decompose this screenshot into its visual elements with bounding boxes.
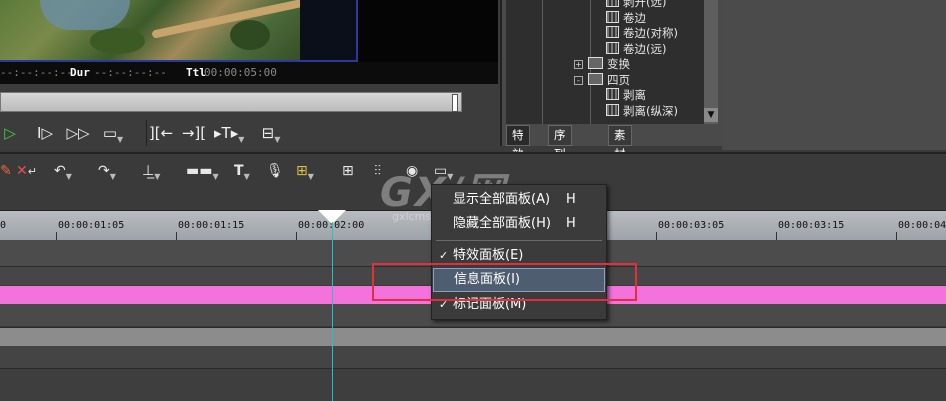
playhead-line <box>332 222 333 401</box>
multicam-icon[interactable]: ⊞ <box>342 160 354 182</box>
ruler-tick-label: 0 <box>0 220 7 231</box>
menu-item-shortcut: H <box>566 192 576 207</box>
render-icon[interactable]: ⊞▼ <box>296 160 314 182</box>
timecode-in: --:--:--:-- <box>0 66 73 79</box>
timeline-track[interactable] <box>0 369 946 401</box>
ruler-tick-label: 00:00:01:15 <box>178 220 245 231</box>
voiceover-icon[interactable]: 🎙 <box>266 160 284 182</box>
preview-lake <box>40 0 130 30</box>
menu-item-label: 显示全部面板(A) <box>453 192 551 207</box>
tree-item[interactable]: 剥离(纵深) <box>606 103 678 119</box>
scroll-down-icon[interactable]: ▼ <box>704 108 718 122</box>
effect-icon <box>606 103 619 116</box>
ttl-label: Ttl <box>186 66 206 79</box>
tree-item[interactable]: 卷边(远) <box>606 41 666 57</box>
title-icon[interactable]: T▼ <box>234 160 250 182</box>
preview-letterbox <box>358 0 498 62</box>
menu-item-shortcut: H <box>566 216 576 231</box>
snapshot-icon[interactable]: ⊟▼ <box>256 120 286 146</box>
ruler-tick <box>656 232 657 240</box>
menu-item-hide-all-panels[interactable]: 隐藏全部面板(H) H <box>432 213 606 235</box>
tree-item-label: 卷边(对称) <box>623 26 678 40</box>
ruler-tick-label: 00:00:03:05 <box>658 220 725 231</box>
scrub-handle[interactable] <box>452 94 458 112</box>
transition-icon[interactable]: ▬▬▼ <box>186 160 219 182</box>
ttl-value: 00:00:05:00 <box>204 66 277 79</box>
loop-icon[interactable]: ▭▼ <box>100 120 126 146</box>
mark-in-icon[interactable]: ][← <box>146 120 175 146</box>
play-icon[interactable]: ▷ <box>0 120 20 146</box>
dur-label: Dur <box>70 66 90 79</box>
step-forward-icon[interactable]: I▷ <box>34 120 56 146</box>
split-icon[interactable]: ▸T▸▼ <box>214 120 244 146</box>
fast-forward-icon[interactable]: ▷▷ <box>64 120 92 146</box>
preview-shadow <box>300 0 356 60</box>
tab-sequence-markers[interactable]: 序列标记 <box>548 125 572 199</box>
ruler-tick <box>776 232 777 240</box>
tab-effects[interactable]: 特效 <box>506 125 530 161</box>
delete-ripple-icon[interactable]: ✕↵ <box>16 160 37 182</box>
tree-item[interactable]: 卷边(对称) <box>606 25 678 41</box>
undo-icon[interactable]: ↶▼ <box>54 160 72 182</box>
timecode-bar: --:--:--:-- Dur --:--:--:-- Ttl 00:00:05… <box>0 62 498 84</box>
video-preview <box>0 0 358 62</box>
tree-item[interactable]: - 四页 <box>574 72 630 88</box>
tree-item-label: 剥开(远) <box>623 0 667 9</box>
effect-icon <box>606 26 619 38</box>
ruler-tick <box>56 232 57 240</box>
tree-item[interactable]: + 变换 <box>574 56 630 72</box>
ruler-tick-label: 00:00:01:05 <box>58 220 125 231</box>
effect-icon <box>606 41 619 54</box>
ruler-tick <box>896 232 897 240</box>
ruler-tick <box>176 232 177 240</box>
redo-icon[interactable]: ↷▼ <box>98 160 116 182</box>
tree-item-label: 变换 <box>607 57 630 71</box>
effects-scrollbar[interactable] <box>704 0 718 124</box>
timeline-track[interactable] <box>0 346 946 369</box>
ruler-tick <box>296 232 297 240</box>
audio-mix-icon[interactable]: ⊥̲▼ <box>142 160 160 182</box>
transport-controls: ▷ I▷ ▷▷ ▭▼ ][← →][ ▸T▸▼ ⊟▼ <box>0 120 500 148</box>
menu-separator <box>436 240 602 241</box>
preview-tree <box>90 28 145 54</box>
ruler-tick-label: 00:00:03:15 <box>778 220 845 231</box>
pen-icon[interactable]: ✎ <box>0 160 12 182</box>
effect-icon <box>606 0 619 7</box>
tree-item[interactable]: 剥离 <box>606 87 646 103</box>
dur-value: --:--:--:-- <box>94 66 167 79</box>
tree-item-label: 卷边 <box>623 10 646 25</box>
tree-item-label: 剥离(纵深) <box>623 103 678 118</box>
tree-item-label: 剥离 <box>623 88 646 102</box>
effect-icon <box>606 88 619 100</box>
title-glyph: T <box>234 163 244 179</box>
highlight-annotation-box <box>372 263 637 301</box>
folder-icon <box>588 57 603 69</box>
mark-out-icon[interactable]: →][ <box>180 120 208 146</box>
ruler-tick-label: 00:00:04 <box>898 220 946 231</box>
menu-item-show-all-panels[interactable]: 显示全部面板(A) H <box>432 189 606 211</box>
effects-tree: 剥开(远) 卷边 卷边(对称) 卷边(远) + 变换 - 四页 剥离 剥离(纵深) <box>506 0 706 124</box>
timeline-track[interactable] <box>0 327 946 347</box>
effect-icon <box>606 10 619 23</box>
tree-item[interactable]: 剥开(远) <box>606 0 666 10</box>
tree-item-label: 四页 <box>607 72 630 87</box>
tree-guide <box>542 0 543 124</box>
expand-icon[interactable]: + <box>574 60 583 69</box>
tree-item-label: 卷边(远) <box>623 41 667 56</box>
folder-icon <box>588 72 603 85</box>
tab-asset-library[interactable]: 素材库 <box>608 125 632 180</box>
collapse-icon[interactable]: - <box>574 75 583 85</box>
menu-item-label: 隐藏全部面板(H) <box>453 216 551 231</box>
empty-panel-area <box>722 0 946 150</box>
scrub-bar[interactable] <box>0 92 462 112</box>
tree-item[interactable]: 卷边 <box>606 10 646 26</box>
preview-tree <box>230 20 270 50</box>
